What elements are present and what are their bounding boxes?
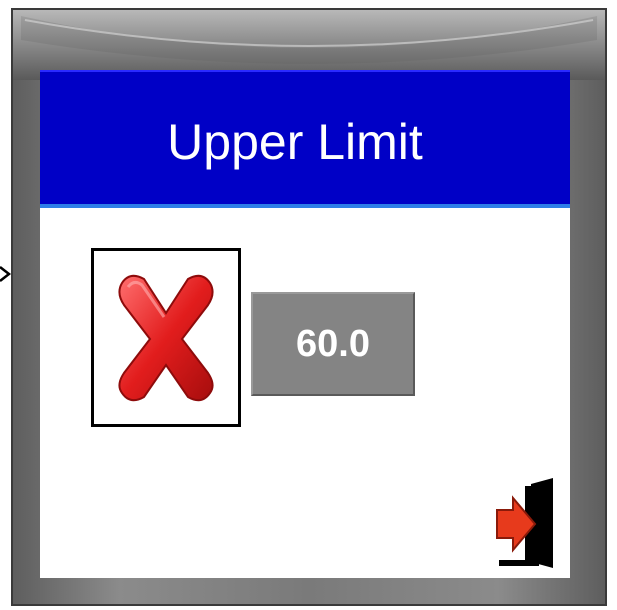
x-icon bbox=[118, 274, 214, 402]
upper-limit-value-field[interactable]: 60.0 bbox=[251, 292, 415, 396]
exit-door-icon bbox=[496, 478, 553, 568]
cancel-button[interactable] bbox=[91, 248, 241, 427]
upper-limit-dialog: Upper Limit 60.0 bbox=[0, 0, 617, 610]
title-bar: Upper Limit bbox=[40, 70, 570, 208]
exit-button[interactable] bbox=[495, 476, 559, 572]
dialog-title: Upper Limit bbox=[167, 114, 423, 170]
